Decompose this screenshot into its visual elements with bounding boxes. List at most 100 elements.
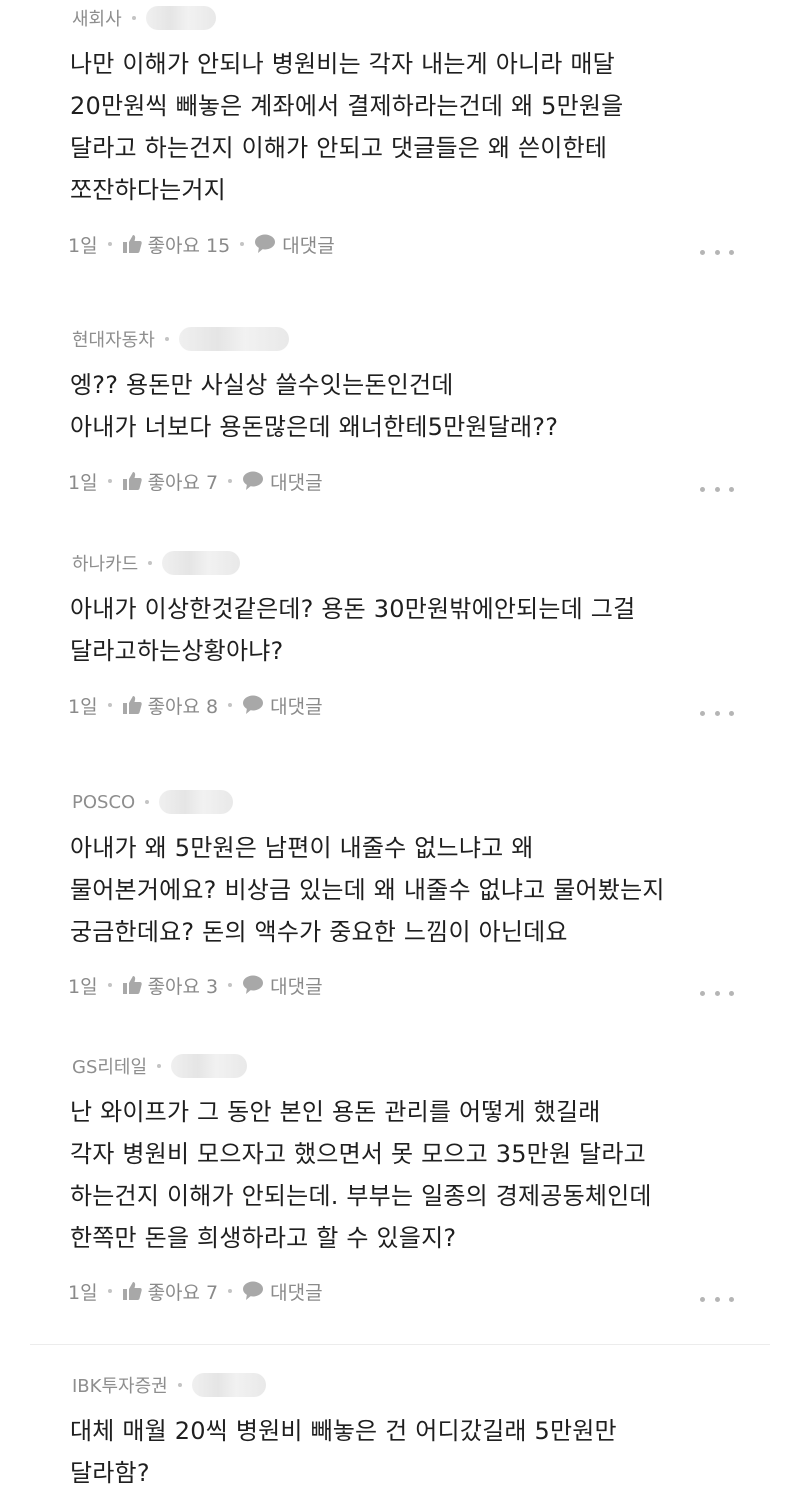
thumbs-up-icon	[122, 1282, 142, 1300]
comment-time: 1일	[68, 234, 98, 257]
redacted-nickname	[178, 327, 289, 351]
more-dots-icon	[700, 710, 705, 716]
like-button[interactable]: 좋아요 3	[122, 972, 219, 999]
redacted-nickname	[162, 551, 241, 575]
separator-dot	[107, 242, 112, 246]
like-button[interactable]: 좋아요 15	[122, 231, 231, 258]
comment-line: 20만원씩 빼놓은 계좌에서 결제하라는건데 왜 5만원을	[70, 92, 624, 120]
more-options-button[interactable]	[700, 484, 734, 494]
separator-dot	[228, 479, 233, 483]
author-company[interactable]: GS리테일	[72, 1053, 147, 1079]
comment-line: 궁금한데요? 돈의 액수가 중요한 느낌이 아닌데요	[70, 918, 568, 946]
separator-dot	[131, 16, 136, 20]
comment-line: 쪼잔하다는거지	[70, 176, 226, 204]
more-options-button[interactable]	[700, 708, 734, 718]
comment-line: 달라고 하는건지 이해가 안되고 댓글들은 왜 쓴이한테	[70, 134, 608, 162]
comment-line: 한쪽만 돈을 희생하라고 할 수 있을지?	[70, 1224, 457, 1252]
speech-bubble-icon	[255, 234, 276, 253]
comment-line: 아내가 왜 5만원은 남편이 내줄수 없느냐고 왜	[70, 834, 534, 862]
comment-meta: POSCO	[72, 787, 234, 817]
separator-dot	[107, 703, 112, 707]
comment-line: 난 와이프가 그 동안 본인 용돈 관리를 어떻게 했길래	[70, 1098, 601, 1126]
comment-meta: IBK투자증권	[72, 1370, 266, 1400]
comment-line: 대체 매월 20씩 병원비 빼놓은 건 어디갔길래 5만원만	[70, 1417, 617, 1445]
separator-dot	[228, 703, 233, 707]
comment-actions: 1일 좋아요 8 대댓글	[68, 690, 323, 720]
comment-time: 1일	[68, 1281, 98, 1304]
thumbs-up-icon	[122, 235, 142, 253]
like-count: 좋아요 8	[147, 695, 219, 718]
comment-body: 난 와이프가 그 동안 본인 용돈 관리를 어떻게 했길래 각자 병원비 모으자…	[70, 1091, 750, 1259]
separator-dot	[157, 1064, 162, 1068]
comment-line: 물어본거에요? 비상금 있는데 왜 내줄수 없냐고 물어봤는지	[70, 876, 665, 904]
separator-dot	[107, 479, 112, 483]
comment-meta: 현대자동차	[72, 324, 289, 354]
comment-body: 아내가 이상한것같은데? 용돈 30만원밖에안되는데 그걸 달라고하는상황아냐?	[70, 588, 750, 672]
separator-dot	[228, 983, 233, 987]
separator-dot	[107, 983, 112, 987]
reply-button[interactable]: 대댓글	[242, 468, 323, 495]
comment-line: 나만 이해가 안되나 병원비는 각자 내는게 아니라 매달	[70, 50, 615, 78]
author-company[interactable]: IBK투자증권	[72, 1372, 168, 1398]
comment-body: 아내가 왜 5만원은 남편이 내줄수 없느냐고 왜 물어본거에요? 비상금 있는…	[70, 827, 750, 953]
comment-time: 1일	[68, 471, 98, 494]
author-company[interactable]: 현대자동차	[72, 326, 155, 352]
speech-bubble-icon	[243, 975, 264, 994]
like-count: 좋아요 15	[147, 234, 231, 257]
thumbs-up-icon	[122, 472, 142, 490]
comment-meta: 하나카드	[72, 548, 241, 578]
comment-time: 1일	[68, 695, 98, 718]
thumbs-up-icon	[122, 976, 142, 994]
comment-line: 각자 병원비 모으자고 했으면서 못 모으고 35만원 달라고	[70, 1140, 646, 1168]
comment-body: 엥?? 용돈만 사실상 쓸수잇는돈인건데 아내가 너보다 용돈많은데 왜너한테5…	[70, 364, 750, 448]
comment-line: 하는건지 이해가 안되는데. 부부는 일종의 경제공동체인데	[70, 1182, 652, 1210]
more-options-button[interactable]	[700, 247, 734, 257]
more-options-button[interactable]	[700, 988, 734, 998]
more-options-button[interactable]	[700, 1294, 734, 1304]
comment-time: 1일	[68, 975, 98, 998]
reply-button[interactable]: 대댓글	[242, 972, 323, 999]
like-button[interactable]: 좋아요 7	[122, 468, 219, 495]
comment-line: 달라고하는상황아냐?	[70, 637, 284, 665]
like-count: 좋아요 7	[147, 1281, 219, 1304]
reply-label: 대댓글	[270, 1281, 323, 1304]
speech-bubble-icon	[243, 471, 264, 490]
divider	[30, 1344, 770, 1345]
separator-dot	[148, 561, 153, 565]
speech-bubble-icon	[243, 1281, 264, 1300]
reply-label: 대댓글	[270, 975, 323, 998]
reply-button[interactable]: 대댓글	[254, 231, 335, 258]
separator-dot	[240, 242, 245, 246]
comment-meta: 새회사	[72, 3, 216, 33]
comment-line: 아내가 너보다 용돈많은데 왜너한테5만원달래??	[70, 413, 559, 441]
redacted-nickname	[191, 1373, 266, 1397]
like-count: 좋아요 3	[147, 975, 219, 998]
author-company[interactable]: POSCO	[72, 792, 135, 813]
redacted-nickname	[159, 790, 234, 814]
speech-bubble-icon	[243, 695, 264, 714]
comment-line: 아내가 이상한것같은데? 용돈 30만원밖에안되는데 그걸	[70, 595, 636, 623]
reply-label: 대댓글	[282, 234, 335, 257]
like-count: 좋아요 7	[147, 471, 219, 494]
more-dots-icon	[700, 1296, 705, 1302]
redacted-nickname	[145, 6, 216, 30]
separator-dot	[177, 1383, 182, 1387]
separator-dot	[145, 800, 150, 804]
author-company[interactable]: 새회사	[72, 5, 122, 31]
comment-body: 대체 매월 20씩 병원비 빼놓은 건 어디갔길래 5만원만 달라함?	[70, 1410, 750, 1494]
more-dots-icon	[700, 990, 705, 996]
more-dots-icon	[700, 486, 705, 492]
author-company[interactable]: 하나카드	[72, 550, 138, 576]
like-button[interactable]: 좋아요 8	[122, 692, 219, 719]
separator-dot	[107, 1289, 112, 1293]
reply-button[interactable]: 대댓글	[242, 1278, 323, 1305]
comment-body: 나만 이해가 안되나 병원비는 각자 내는게 아니라 매달 20만원씩 빼놓은 …	[70, 43, 750, 211]
comment-actions: 1일 좋아요 15 대댓글	[68, 229, 335, 259]
reply-button[interactable]: 대댓글	[242, 692, 323, 719]
comment-actions: 1일 좋아요 7 대댓글	[68, 1276, 323, 1306]
like-button[interactable]: 좋아요 7	[122, 1278, 219, 1305]
comment-actions: 1일 좋아요 3 대댓글	[68, 970, 323, 1000]
separator-dot	[164, 337, 169, 341]
comment-meta: GS리테일	[72, 1051, 248, 1081]
comment-line: 엥?? 용돈만 사실상 쓸수잇는돈인건데	[70, 371, 454, 399]
